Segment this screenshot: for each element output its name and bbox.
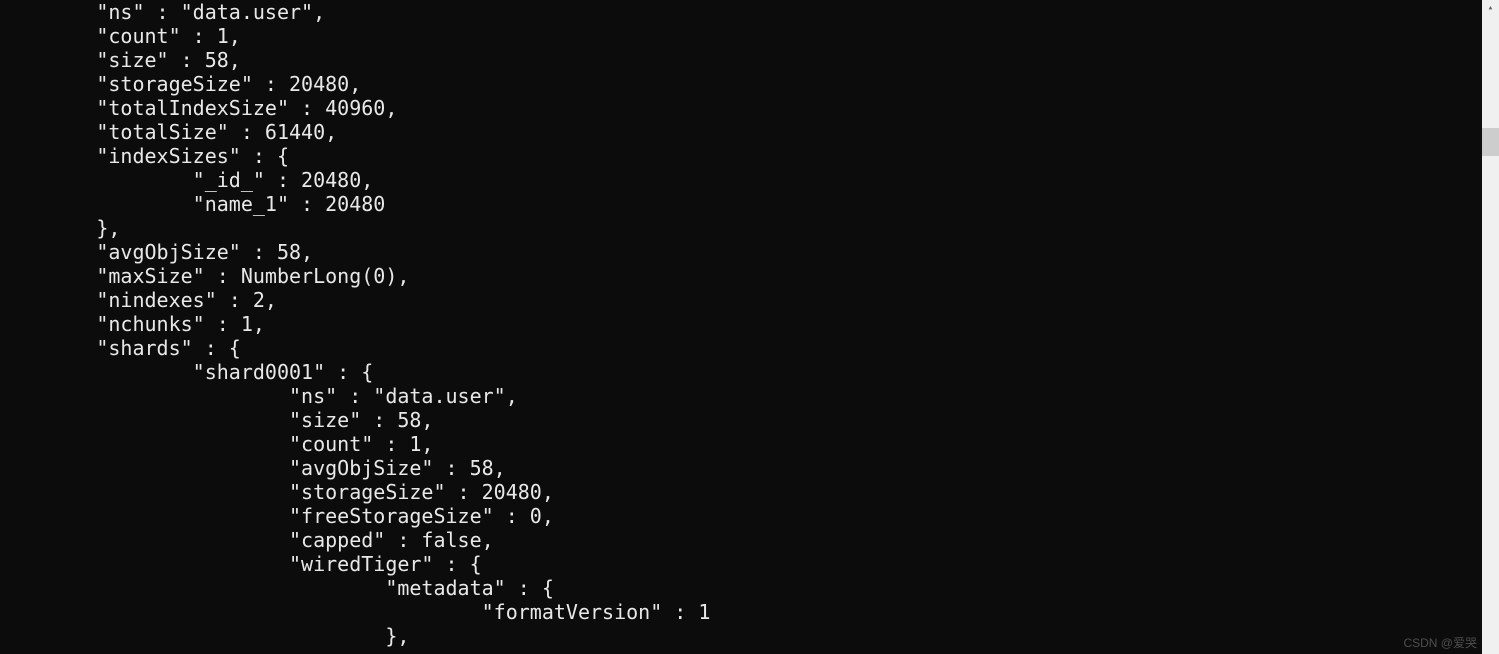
terminal-output: "ns" : "data.user", "count" : 1, "size" … [0, 0, 1469, 654]
scrollbar-thumb[interactable] [1482, 128, 1499, 156]
terminal-text: "ns" : "data.user", "count" : 1, "size" … [0, 0, 1469, 648]
watermark-text: CSDN @爱哭 [1403, 636, 1477, 650]
scrollbar-track[interactable]: ▴ [1482, 0, 1499, 654]
scrollbar-up-arrow[interactable]: ▴ [1482, 0, 1499, 17]
